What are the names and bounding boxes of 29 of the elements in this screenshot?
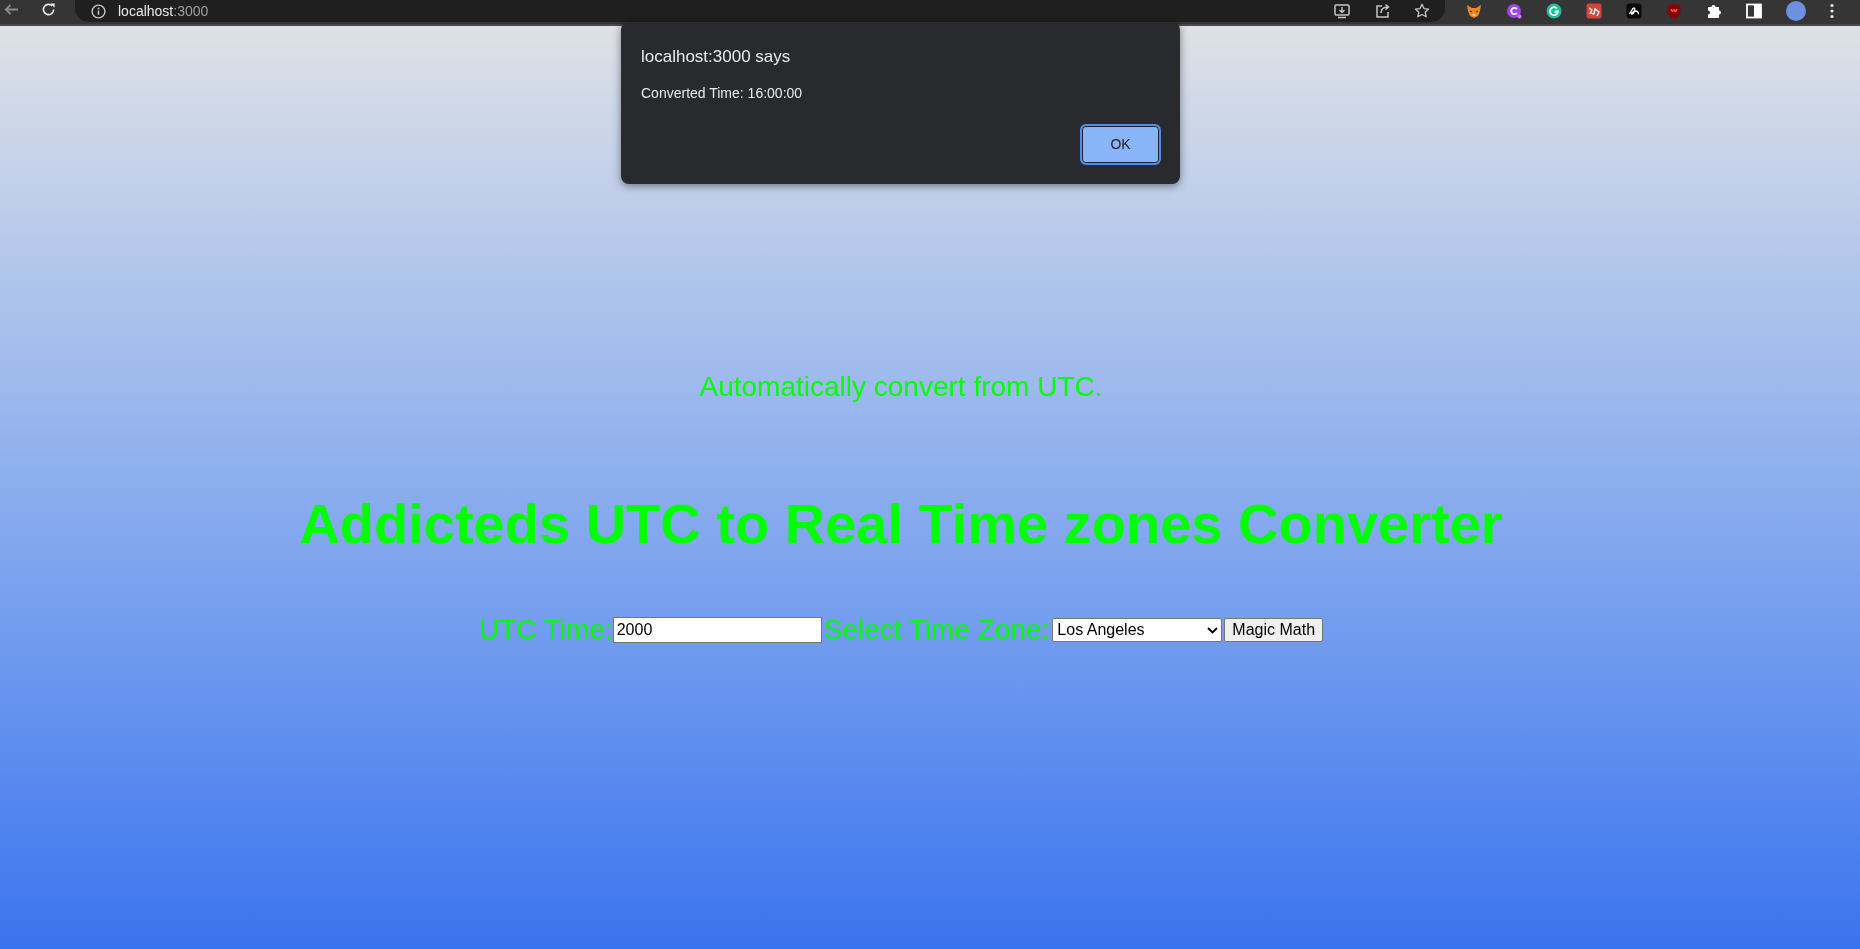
info-icon[interactable] bbox=[91, 3, 106, 19]
url-text: localhost:3000 bbox=[118, 2, 209, 20]
utc-time-input[interactable]: 2000 bbox=[612, 617, 822, 643]
menu-icon[interactable] bbox=[1830, 3, 1834, 19]
side-panel-icon[interactable] bbox=[1746, 3, 1762, 19]
scribble-icon[interactable] bbox=[1586, 3, 1602, 19]
swirl-icon[interactable] bbox=[1506, 3, 1522, 19]
time-zone-select[interactable]: Los Angeles bbox=[1052, 618, 1223, 642]
time-zone-label: Select Time Zone: bbox=[823, 613, 1050, 647]
star-icon[interactable] bbox=[1414, 3, 1430, 19]
puzzle-icon[interactable] bbox=[1706, 3, 1722, 19]
script-icon[interactable] bbox=[1626, 3, 1642, 19]
reload-icon[interactable] bbox=[41, 2, 56, 17]
dialog-title: localhost:3000 says bbox=[641, 46, 791, 68]
magic-math-button[interactable]: Magic Math bbox=[1224, 618, 1324, 642]
chevron-icon bbox=[1207, 626, 1219, 634]
page-title: Addicteds UTC to Real Time zones Converter bbox=[299, 491, 1503, 557]
shield-icon[interactable] bbox=[1666, 3, 1682, 19]
avatar-icon[interactable] bbox=[1786, 1, 1806, 21]
dialog-message: Converted Time: 16:00:00 bbox=[641, 84, 803, 102]
ring-icon[interactable] bbox=[1546, 3, 1562, 19]
utc-time-label: UTC Time: bbox=[478, 613, 613, 647]
fox-icon[interactable] bbox=[1466, 3, 1482, 19]
address-bar[interactable]: localhost:3000 bbox=[75, 0, 1445, 22]
back-icon[interactable] bbox=[4, 2, 19, 17]
install-icon[interactable] bbox=[1334, 3, 1350, 19]
ok-button[interactable]: OK bbox=[1080, 124, 1161, 165]
subtitle: Automatically convert from UTC. bbox=[699, 370, 1103, 404]
share-icon[interactable] bbox=[1375, 3, 1391, 19]
